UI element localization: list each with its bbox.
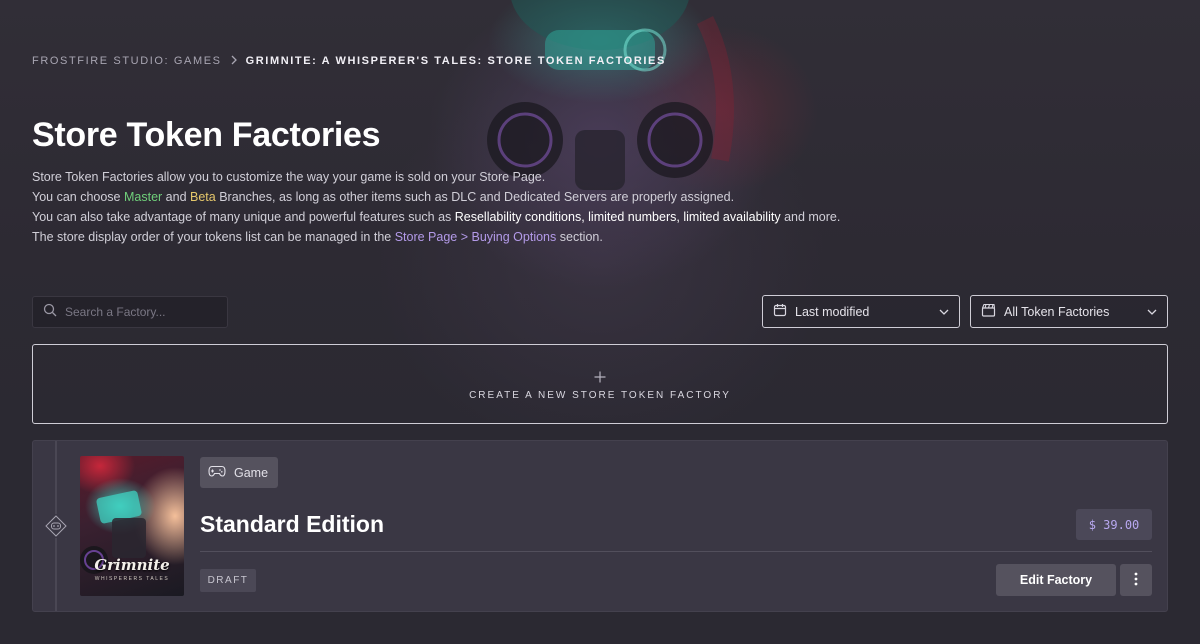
chevron-right-icon <box>230 54 238 68</box>
beta-branch-text: Beta <box>190 190 216 204</box>
more-options-button[interactable] <box>1120 564 1152 596</box>
breadcrumb-current: GRIMNITE: A WHISPERER'S TALES: STORE TOK… <box>245 55 666 67</box>
search-input[interactable] <box>65 305 215 319</box>
sort-select[interactable]: Last modified <box>762 295 960 328</box>
page-title: Store Token Factories <box>32 116 381 154</box>
vertical-dots-icon <box>1134 572 1138 589</box>
plus-icon <box>594 368 606 386</box>
chevron-down-icon <box>939 305 949 319</box>
calendar-icon <box>773 303 787 320</box>
factory-title: Standard Edition <box>200 511 384 537</box>
clapperboard-icon <box>981 303 996 320</box>
factory-card: Grimnite WHISPERERS TALES Game Standard … <box>32 440 1168 612</box>
game-cover-image: Grimnite WHISPERERS TALES <box>80 456 184 596</box>
create-factory-label: CREATE A NEW STORE TOKEN FACTORY <box>469 389 731 401</box>
features-text: Resellability conditions, limited number… <box>454 210 781 224</box>
sort-select-value: Last modified <box>795 304 870 319</box>
description-line-2: You can choose Master and Beta Branches,… <box>32 190 735 204</box>
breadcrumb: FROSTFIRE STUDIO: GAMES GRIMNITE: A WHIS… <box>32 54 666 68</box>
type-label: Game <box>234 465 269 480</box>
cover-title: Grimnite <box>94 556 170 574</box>
description-line-3: You can also take advantage of many uniq… <box>32 210 841 224</box>
chevron-down-icon <box>1147 305 1157 319</box>
breadcrumb-studio[interactable]: FROSTFIRE STUDIO: GAMES <box>32 55 222 67</box>
search-box[interactable] <box>32 296 228 328</box>
drag-handle-icon[interactable] <box>44 514 68 538</box>
filter-select[interactable]: All Token Factories <box>970 295 1168 328</box>
type-badge: Game <box>200 457 278 488</box>
card-divider <box>200 551 1152 552</box>
description-line-1: Store Token Factories allow you to custo… <box>32 170 546 184</box>
search-icon <box>43 303 57 322</box>
description-line-4: The store display order of your tokens l… <box>32 230 603 244</box>
edit-factory-button[interactable]: Edit Factory <box>996 564 1116 596</box>
cover-subtitle: WHISPERERS TALES <box>94 576 170 582</box>
master-branch-text: Master <box>123 190 163 204</box>
gamepad-icon <box>208 464 226 481</box>
create-factory-button[interactable]: CREATE A NEW STORE TOKEN FACTORY <box>32 344 1168 424</box>
page-description: Store Token Factories allow you to custo… <box>32 167 840 247</box>
status-badge: DRAFT <box>200 569 256 592</box>
price-badge: $ 39.00 <box>1076 509 1152 540</box>
filter-select-value: All Token Factories <box>1004 304 1110 319</box>
buying-options-link[interactable]: Store Page > Buying Options <box>395 230 557 244</box>
